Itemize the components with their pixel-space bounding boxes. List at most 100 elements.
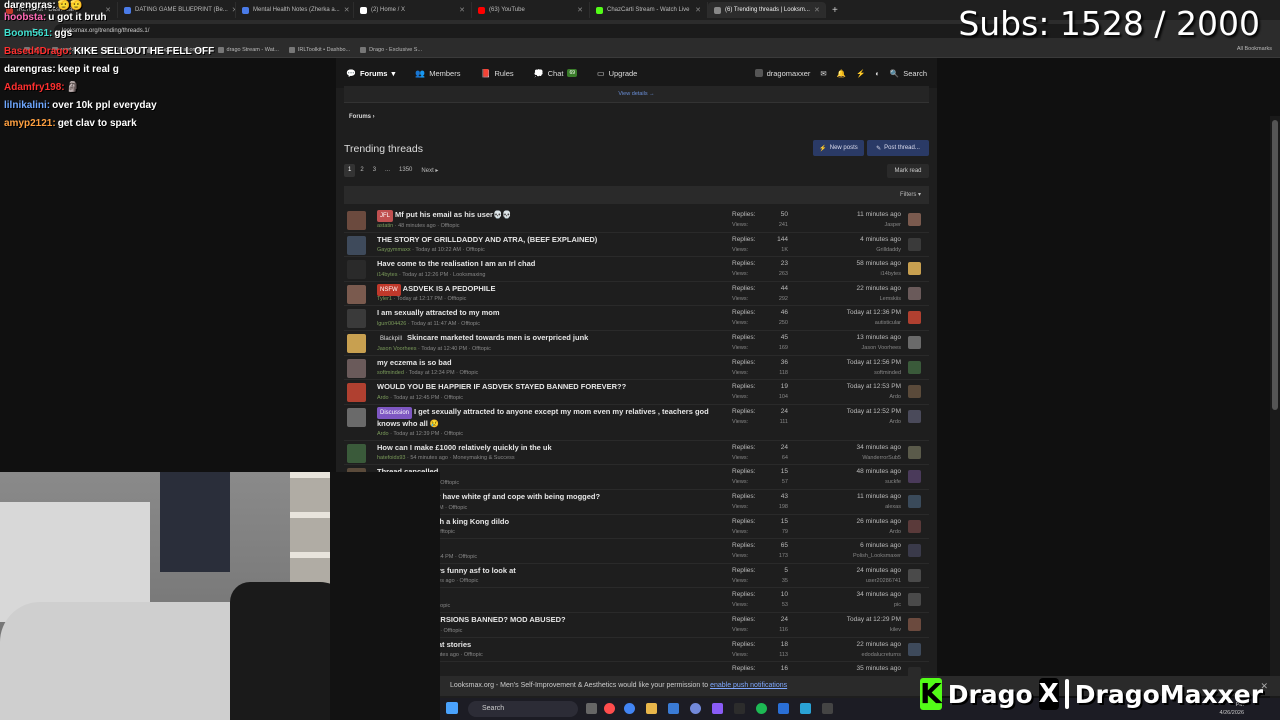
last-post-info[interactable]: Today at 12:29 PM kilev	[847, 615, 901, 635]
last-post-user[interactable]: Ardo	[847, 417, 901, 427]
last-post-user[interactable]: autisticular	[847, 318, 901, 328]
last-poster-avatar[interactable]	[908, 286, 921, 300]
last-poster-avatar[interactable]	[908, 519, 921, 533]
thread-author-link[interactable]: softminded	[377, 370, 404, 376]
nav-forums[interactable]: 💬 Forums ▾	[336, 69, 405, 78]
capture-icon[interactable]	[822, 703, 833, 714]
last-poster-avatar[interactable]	[908, 494, 921, 508]
thread-row[interactable]: Blackpill Skincare marketed towards men i…	[344, 331, 929, 356]
thread-row[interactable]: WOULD YOU BE HAPPIER IF ASDVEK STAYED BA…	[344, 380, 929, 405]
last-poster-avatar[interactable]	[908, 335, 921, 349]
breadcrumb[interactable]: Forums ›	[349, 114, 375, 120]
thread-row[interactable]: JFL Mf put his email as his user💀💀 astatin…	[344, 208, 929, 233]
last-post-info[interactable]: 4 minutes ago Grilldaddy	[860, 235, 901, 255]
browser-tab[interactable]: (6) Trending threads | Looksm... ✕	[708, 2, 826, 18]
enable-push-link[interactable]: enable push notifications	[710, 682, 787, 689]
thread-author-link[interactable]: Jason Voorhees	[377, 346, 416, 352]
folder-icon[interactable]	[646, 703, 657, 714]
nav-rules[interactable]: 📕 Rules	[470, 69, 523, 78]
last-post-info[interactable]: 22 minutes ago Lemskiis	[857, 284, 901, 304]
page-link[interactable]: 1	[344, 164, 356, 177]
page-link[interactable]: 1350	[395, 164, 416, 177]
last-post-user[interactable]: user20286741	[857, 576, 901, 586]
thread-author-link[interactable]: Ardo	[377, 395, 389, 401]
terminal-icon[interactable]	[734, 703, 745, 714]
last-poster-avatar[interactable]	[908, 445, 921, 459]
last-post-user[interactable]: kilev	[847, 625, 901, 635]
new-tab-button[interactable]: +	[826, 5, 844, 16]
thread-title[interactable]: Have come to the realisation I am an Irl…	[377, 259, 727, 269]
last-post-info[interactable]: 13 minutes ago Jason Voorhees	[857, 333, 901, 353]
thread-author-link[interactable]: Ardo	[377, 431, 389, 437]
author-avatar[interactable]	[347, 235, 366, 255]
last-post-info[interactable]: 6 minutes ago Polish_Looksmaxer	[853, 541, 901, 561]
thread-title[interactable]: my eczema is so bad	[377, 358, 727, 368]
thread-row[interactable]: How can I make £1000 relatively quickly …	[344, 441, 929, 466]
thread-row[interactable]: THE STORY OF GRILLDADDY AND ATRA, (BEEF …	[344, 233, 929, 258]
last-post-user[interactable]: Jasper	[857, 220, 901, 230]
all-bookmarks-button[interactable]: All Bookmarks	[1237, 46, 1272, 52]
last-post-info[interactable]: Today at 12:53 PM Ardo	[847, 382, 901, 402]
tab-close-icon[interactable]: ✕	[577, 6, 583, 14]
last-post-user[interactable]: softminded	[847, 368, 901, 378]
last-post-user[interactable]: alexas	[857, 502, 901, 512]
thread-author-link[interactable]: Tyler1	[377, 296, 392, 302]
last-poster-avatar[interactable]	[908, 409, 921, 423]
last-poster-avatar[interactable]	[908, 213, 921, 226]
last-post-info[interactable]: 11 minutes ago alexas	[857, 492, 901, 512]
author-avatar[interactable]	[347, 407, 366, 427]
thread-row[interactable]: my eczema is so bad softminded · Today at…	[344, 356, 929, 381]
inbox-icon[interactable]: ✉	[820, 69, 826, 78]
word-icon[interactable]	[778, 703, 789, 714]
task-view-icon[interactable]	[586, 703, 597, 714]
thread-title[interactable]: NSFW ASDVEK IS A PEDOPHILE	[377, 283, 727, 296]
thread-title[interactable]: JFL Mf put his email as his user💀💀	[377, 210, 727, 222]
windows-start-icon[interactable]	[446, 702, 458, 714]
last-poster-avatar[interactable]	[908, 262, 921, 276]
search-button[interactable]: 🔍 Search	[890, 69, 927, 78]
thread-title[interactable]: Blackpill Skincare marketed towards men i…	[377, 333, 727, 345]
thread-author-link[interactable]: i14bytes	[377, 272, 398, 278]
author-avatar[interactable]	[347, 309, 366, 329]
author-avatar[interactable]	[347, 443, 366, 463]
browser-tab[interactable]: (2) Home / X ✕	[354, 2, 472, 18]
bookmark-item[interactable]: Drago - Exclusive S...	[360, 46, 422, 53]
last-post-info[interactable]: 26 minutes ago Ardo	[857, 517, 901, 537]
last-post-user[interactable]: Polish_Looksmaxer	[853, 551, 901, 561]
last-poster-avatar[interactable]	[908, 360, 921, 374]
filters-button[interactable]: Filters ▾	[344, 186, 929, 204]
chrome-icon[interactable]	[624, 703, 635, 714]
tab-close-icon[interactable]: ✕	[459, 6, 465, 14]
last-post-user[interactable]: WanderrorSub5	[857, 453, 901, 463]
thread-title[interactable]: Discussion I get sexually attracted to an…	[377, 406, 727, 429]
last-post-info[interactable]: 24 minutes ago user20286741	[857, 566, 901, 586]
author-avatar[interactable]	[347, 260, 366, 280]
thread-title[interactable]: WOULD YOU BE HAPPIER IF ASDVEK STAYED BA…	[377, 382, 727, 392]
scrollbar-thumb[interactable]	[1272, 120, 1278, 410]
last-poster-avatar[interactable]	[908, 642, 921, 656]
scrollbar[interactable]	[1270, 116, 1280, 720]
author-avatar[interactable]	[347, 333, 366, 353]
last-poster-avatar[interactable]	[908, 593, 921, 607]
thread-row[interactable]: I am sexually attracted to my mom lgurr00…	[344, 306, 929, 331]
author-avatar[interactable]	[347, 383, 366, 403]
last-poster-avatar[interactable]	[908, 311, 921, 325]
thread-row[interactable]: Discussion I get sexually attracted to an…	[344, 405, 929, 441]
tab-close-icon[interactable]: ✕	[814, 6, 820, 14]
last-post-user[interactable]: Grilldaddy	[860, 245, 901, 255]
mark-read-button[interactable]: Mark read	[887, 164, 929, 178]
spotify-icon[interactable]	[756, 703, 767, 714]
last-post-info[interactable]: Today at 12:36 PM autisticular	[847, 308, 901, 328]
telegram-icon[interactable]	[800, 703, 811, 714]
thread-title[interactable]: I am sexually attracted to my mom	[377, 308, 727, 318]
last-poster-avatar[interactable]	[908, 568, 921, 582]
nav-chat[interactable]: 💭 Chat 69	[524, 69, 587, 78]
last-poster-avatar[interactable]	[908, 237, 921, 251]
nav-upgrade[interactable]: ▭ Upgrade	[587, 69, 647, 78]
thread-row[interactable]: NSFW ASDVEK IS A PEDOPHILE Tyler1 · Today …	[344, 282, 929, 307]
last-post-info[interactable]: Today at 12:56 PM softminded	[847, 358, 901, 378]
last-poster-avatar[interactable]	[908, 617, 921, 631]
author-avatar[interactable]	[347, 211, 366, 230]
last-poster-avatar[interactable]	[908, 544, 921, 558]
last-post-info[interactable]: 34 minutes ago pic	[857, 590, 901, 610]
